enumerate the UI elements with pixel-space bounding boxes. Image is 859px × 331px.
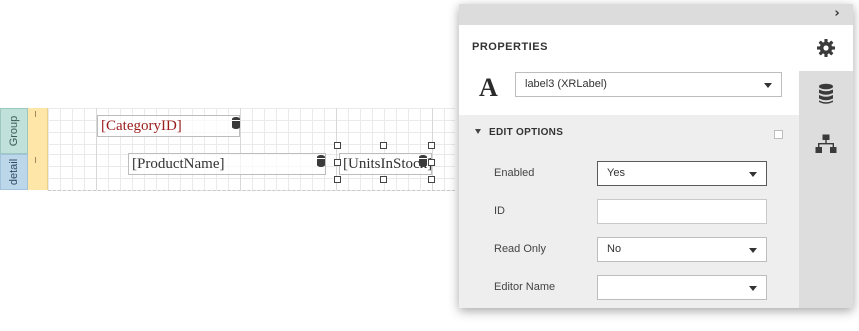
properties-content: PROPERTIES A label3 (XRLabel) EDIT OPTIO… — [459, 25, 799, 308]
category-id-label[interactable]: [CategoryID] — [97, 115, 240, 137]
chevron-down-icon — [749, 285, 757, 291]
read-only-value: No — [607, 243, 622, 255]
panel-topbar: › — [459, 4, 853, 25]
data-binding-icon — [419, 155, 427, 167]
data-binding-icon — [317, 155, 325, 167]
editor-name-select[interactable] — [597, 275, 767, 300]
properties-panel: › PROPERTIES A label3 (XRLabel) EDIT OPT… — [459, 4, 853, 308]
group-band-gutter — [28, 108, 48, 154]
tab-report-explorer[interactable] — [799, 121, 853, 167]
resize-handle-bottom-left[interactable] — [334, 176, 341, 183]
resize-handle-top[interactable] — [380, 142, 387, 149]
id-label: ID — [494, 205, 505, 217]
edit-options-section: EDIT OPTIONS Enabled Yes ID Read Only No… — [459, 115, 799, 308]
component-selector[interactable]: label3 (XRLabel) — [515, 72, 782, 97]
properties-title: PROPERTIES — [472, 41, 548, 53]
tab-data-source[interactable] — [799, 71, 853, 117]
resize-handle-top-left[interactable] — [334, 142, 341, 149]
read-only-label: Read Only — [494, 243, 546, 255]
panel-side-tabs — [799, 25, 853, 308]
component-selector-value: label3 (XRLabel) — [525, 78, 607, 90]
read-only-select[interactable]: No — [597, 237, 767, 262]
database-icon — [819, 83, 833, 104]
group-band-tab[interactable]: Group — [0, 108, 28, 154]
edit-options-title: EDIT OPTIONS — [489, 127, 564, 138]
data-binding-icon — [232, 117, 240, 129]
label-type-icon: A — [479, 73, 498, 102]
resize-handle-top-right[interactable] — [428, 142, 435, 149]
chevron-down-icon — [749, 247, 757, 253]
editor-name-label: Editor Name — [494, 281, 556, 293]
edit-options-header[interactable]: EDIT OPTIONS — [475, 127, 563, 138]
chevron-right-icon[interactable]: › — [831, 7, 843, 20]
id-input[interactable] — [597, 199, 767, 224]
enabled-select[interactable]: Yes — [597, 161, 767, 186]
gear-icon — [817, 39, 835, 57]
detail-band-gutter — [28, 154, 48, 190]
enabled-value: Yes — [607, 167, 625, 179]
resize-handle-left[interactable] — [334, 159, 341, 166]
hierarchy-icon — [815, 134, 837, 153]
report-designer-surface[interactable]: Group detail [CategoryID] [ProductName] … — [0, 108, 455, 191]
group-band-caption: Group — [8, 115, 20, 147]
resize-handle-right[interactable] — [428, 159, 435, 166]
chevron-down-icon — [764, 82, 772, 88]
detail-band-tab[interactable]: detail — [0, 154, 28, 190]
section-checkbox[interactable] — [774, 130, 783, 139]
resize-handle-bottom[interactable] — [380, 176, 387, 183]
chevron-down-icon — [749, 171, 757, 177]
product-name-label[interactable]: [ProductName] — [128, 153, 326, 175]
detail-band-caption: detail — [8, 158, 20, 186]
resize-handle-bottom-right[interactable] — [428, 176, 435, 183]
tab-properties[interactable] — [799, 25, 853, 71]
enabled-label: Enabled — [494, 167, 535, 179]
